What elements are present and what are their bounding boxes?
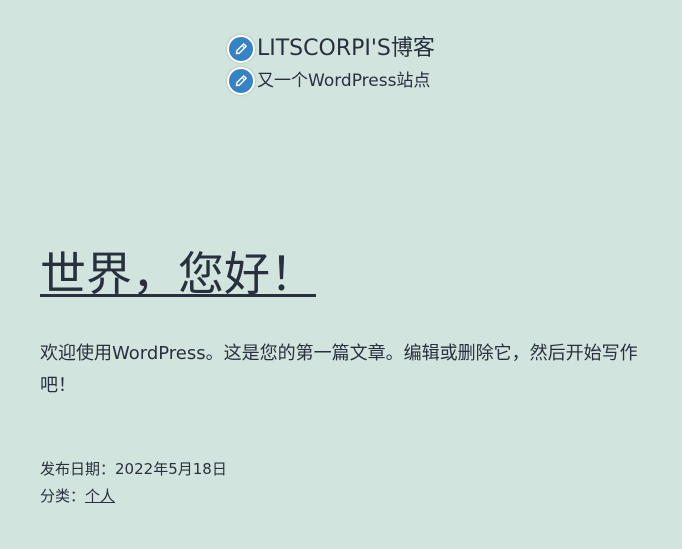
site-title-row: LITSCORPI'S博客: [227, 33, 487, 65]
post-title: 世界，您好！: [40, 244, 650, 304]
site-tagline-row: 又一个WordPress站点: [227, 65, 487, 97]
post-category-link[interactable]: 个人: [85, 487, 115, 505]
pencil-icon: [235, 43, 247, 55]
post-article: 世界，您好！ 欢迎使用WordPress。这是您的第一篇文章。编辑或删除它，然后…: [40, 244, 650, 402]
post-category-label: 分类：: [40, 487, 86, 505]
edit-site-title-pencil-icon[interactable]: [227, 35, 255, 63]
post-content: 欢迎使用WordPress。这是您的第一篇文章。编辑或删除它，然后开始写作吧！: [40, 343, 638, 396]
post-date-row: 发布日期：2022年5月18日: [40, 456, 227, 483]
edit-site-tagline-pencil-icon[interactable]: [227, 67, 255, 95]
pencil-icon: [235, 75, 247, 87]
site-title-link[interactable]: LITSCORPI'S博客: [257, 35, 435, 63]
post-date-value: 2022年5月18日: [115, 460, 227, 478]
site-header: LITSCORPI'S博客 又一个WordPress站点: [227, 33, 487, 97]
post-meta: 发布日期：2022年5月18日 分类：个人: [40, 456, 227, 510]
post-category-row: 分类：个人: [40, 483, 227, 510]
post-title-link[interactable]: 世界，您好！: [40, 247, 316, 301]
post-date-label: 发布日期：: [40, 460, 116, 478]
site-tagline: 又一个WordPress站点: [257, 71, 431, 91]
